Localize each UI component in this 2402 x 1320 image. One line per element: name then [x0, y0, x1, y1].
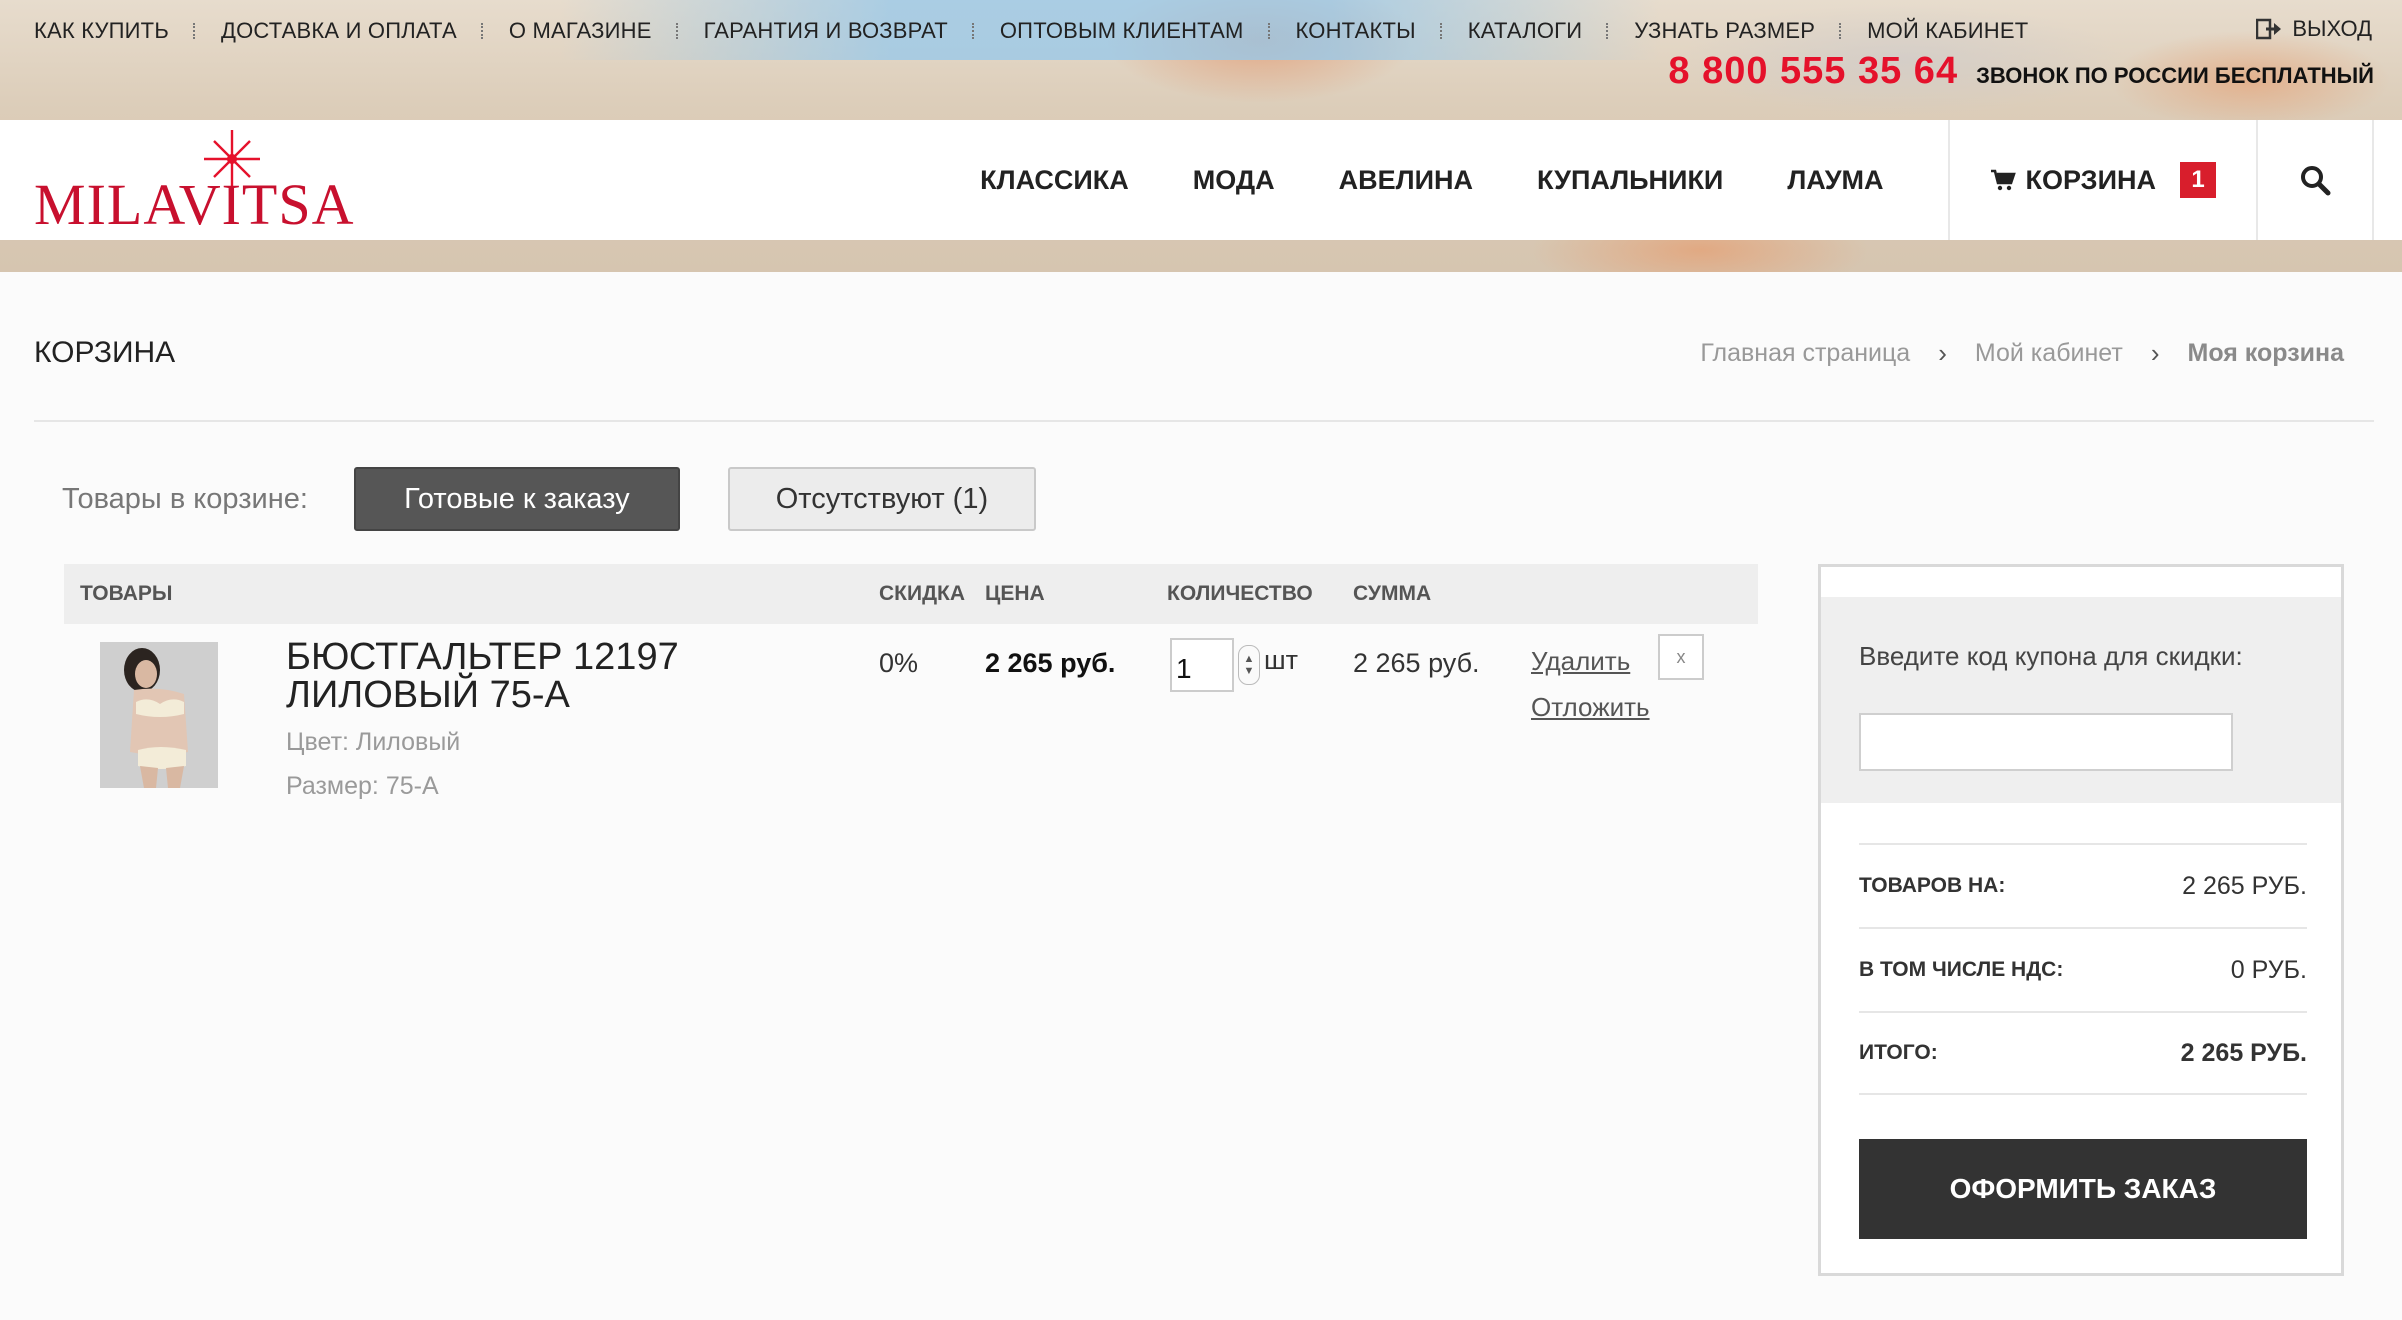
top-nav-separator [480, 23, 483, 39]
cart-button[interactable]: Корзина 1 [1947, 120, 2258, 240]
product-color: Цвет: Лиловый [286, 728, 461, 756]
milavitsa-logo[interactable]: MILAVITSA [34, 124, 364, 240]
summary-total-value: 2 265 руб. [2180, 1038, 2307, 1067]
close-icon: x [1676, 646, 1686, 667]
coupon-label: Введите код купона для скидки: [1859, 641, 2243, 671]
table-row: Бюстгальтер 12197 лиловый 75-А Цвет: Лил… [64, 624, 1758, 804]
logout-icon [2256, 18, 2282, 40]
breadcrumb-cart: Моя корзина [2187, 339, 2345, 367]
nav-fashion[interactable]: Мода [1193, 165, 1275, 196]
tab-ready-to-order[interactable]: Готовые к заказу [353, 467, 680, 531]
top-nav-about[interactable]: О магазине [509, 18, 676, 44]
product-thumbnail[interactable] [100, 642, 218, 788]
breadcrumb-account[interactable]: Мой кабинет [1975, 339, 2123, 368]
chevron-down-icon[interactable]: ▼ [1244, 665, 1255, 677]
nav-swimwear[interactable]: Купальники [1537, 165, 1723, 196]
col-header-price: Цена [985, 582, 1045, 605]
top-nav-separator [1439, 23, 1442, 39]
coupon-section: Введите код купона для скидки: [1821, 597, 2341, 803]
cart-filter-tabs: Товары в корзине: Готовые к заказу Отсут… [62, 466, 1036, 532]
logout-label: Выход [2292, 16, 2372, 41]
page-header: Корзина Главная страница › Мой кабинет ›… [34, 300, 2374, 422]
defer-link[interactable]: Отложить [1531, 692, 1650, 723]
cart-label: Корзина [2025, 164, 2156, 195]
shopping-cart-icon [1990, 169, 2016, 191]
col-header-products: Товары [80, 582, 173, 605]
tab-missing[interactable]: Отсутствуют (1) [727, 467, 1036, 531]
nav-classic[interactable]: Классика [980, 165, 1129, 196]
summary-value: 2 265 руб. [2182, 871, 2307, 900]
summary-label: Товаров на: [1859, 874, 2006, 897]
checkout-button[interactable]: Оформить заказ [1859, 1139, 2307, 1239]
top-nav-delivery[interactable]: Доставка и оплата [221, 18, 481, 44]
breadcrumb: Главная страница › Мой кабинет › Моя кор… [1700, 338, 2344, 369]
top-nav-separator [675, 23, 678, 39]
top-nav-my-account[interactable]: Мой кабинет [1867, 18, 2052, 44]
product-size: Размер: 75-A [286, 772, 439, 800]
main-nav: Классика Мода Авелина Купальники Лаума К… [980, 120, 2402, 240]
top-utility-bar: Как купить Доставка и оплата О магазине … [0, 0, 2402, 120]
remove-item-button[interactable]: x [1658, 634, 1704, 680]
breadcrumb-separator-icon: › [1938, 338, 1947, 368]
summary-rows: Товаров на: 2 265 руб. В том числе НДС: … [1859, 843, 2307, 1095]
coupon-input[interactable] [1859, 713, 2233, 771]
delete-link[interactable]: Удалить [1531, 646, 1630, 677]
top-nav-separator [971, 23, 974, 39]
logout-link[interactable]: Выход [2256, 16, 2372, 42]
product-discount: 0% [879, 648, 919, 678]
cart-table: Товары Скидка Цена Количество Сумма Бюст… [64, 564, 1758, 804]
summary-label: В том числе НДС: [1859, 958, 2064, 981]
top-nav-contacts[interactable]: Контакты [1296, 18, 1440, 44]
main-nav-bar: MILAVITSA Классика Мода Авелина Купальни… [0, 120, 2402, 240]
product-name[interactable]: Бюстгальтер 12197 лиловый 75-А [286, 638, 746, 714]
top-nav-how-to-buy[interactable]: Как купить [34, 18, 193, 44]
order-summary-panel: Введите код купона для скидки: Товаров н… [1818, 564, 2344, 1276]
cart-count-badge: 1 [2180, 162, 2216, 198]
top-nav-size[interactable]: Узнать размер [1634, 18, 1839, 44]
col-header-quantity: Количество [1167, 582, 1313, 605]
summary-value: 0 руб. [2230, 955, 2307, 984]
page-title: Корзина [34, 336, 176, 369]
svg-text:MILAVITSA: MILAVITSA [34, 172, 355, 237]
search-icon [2301, 166, 2331, 196]
top-nav-separator [1606, 23, 1609, 39]
search-button[interactable] [2258, 120, 2374, 240]
product-photo-icon [100, 642, 218, 788]
product-price: 2 265 руб. [985, 648, 1116, 678]
product-sum: 2 265 руб. [1353, 648, 1480, 678]
tabs-label: Товары в корзине: [62, 482, 308, 515]
quantity-input[interactable] [1170, 638, 1234, 692]
summary-label: Итого: [1859, 1041, 1938, 1064]
quantity-stepper[interactable]: ▲ ▼ [1238, 645, 1260, 685]
top-nav: Как купить Доставка и оплата О магазине … [34, 18, 2052, 44]
top-nav-catalogs[interactable]: Каталоги [1468, 18, 1607, 44]
nav-avelina[interactable]: Авелина [1339, 165, 1473, 196]
top-nav-separator [192, 23, 195, 39]
summary-row-vat: В том числе НДС: 0 руб. [1859, 927, 2307, 1011]
phone-line: 8 800 555 35 64 Звонок по России бесплат… [1668, 50, 2374, 93]
quantity-control: ▲ ▼ шт [1170, 638, 1298, 692]
chevron-up-icon[interactable]: ▲ [1244, 653, 1255, 665]
table-header: Товары Скидка Цена Количество Сумма [64, 564, 1758, 624]
summary-row-total: Итого: 2 265 руб. [1859, 1011, 2307, 1095]
top-nav-wholesale[interactable]: Оптовым клиентам [1000, 18, 1268, 44]
col-header-sum: Сумма [1353, 582, 1432, 605]
phone-note: Звонок по России бесплатный [1976, 63, 2374, 88]
summary-row-goods: Товаров на: 2 265 руб. [1859, 843, 2307, 927]
quantity-unit: шт [1264, 644, 1299, 675]
top-nav-separator [1267, 23, 1270, 39]
top-nav-separator [1839, 23, 1842, 39]
col-header-discount: Скидка [879, 582, 966, 605]
top-nav-warranty[interactable]: Гарантия и возврат [704, 18, 972, 44]
breadcrumb-separator-icon: › [2150, 338, 2160, 368]
nav-lauma[interactable]: Лаума [1787, 165, 1883, 196]
breadcrumb-home[interactable]: Главная страница [1700, 339, 1910, 368]
phone-number[interactable]: 8 800 555 35 64 [1668, 50, 1958, 93]
